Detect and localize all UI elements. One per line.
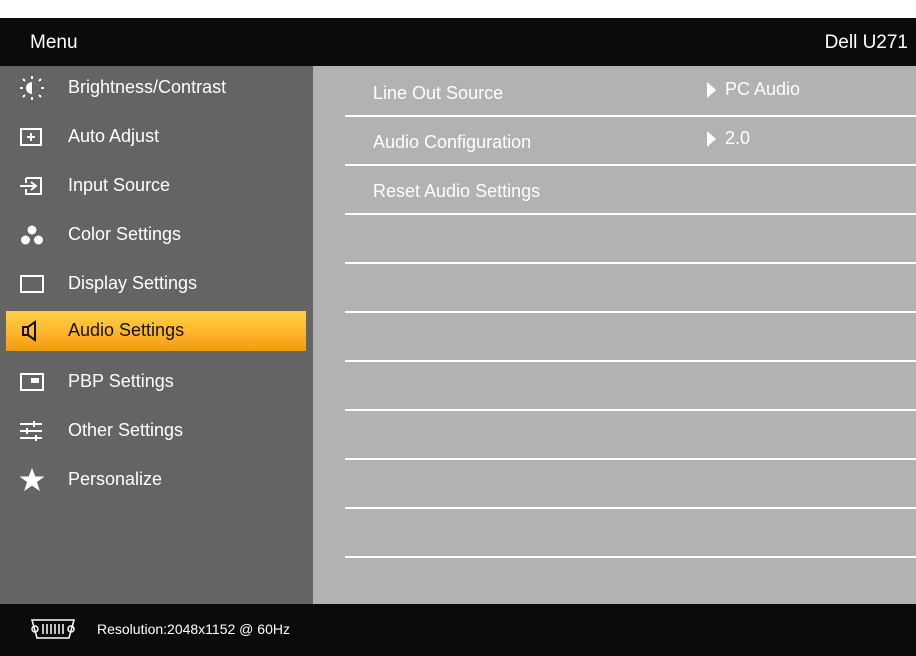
row-divider: [345, 409, 916, 411]
audio-configuration-row[interactable]: Audio Configuration 2.0: [345, 117, 916, 165]
sidebar-item-color-settings[interactable]: Color Settings: [6, 215, 306, 255]
sidebar-item-audio-settings[interactable]: Audio Settings: [6, 311, 306, 351]
sidebar-item-display-settings[interactable]: Display Settings: [6, 264, 306, 304]
sidebar-item-label: Input Source: [68, 175, 171, 195]
sidebar-item-auto-adjust[interactable]: Auto Adjust: [6, 117, 306, 157]
sidebar-item-label: Other Settings: [68, 420, 184, 440]
monitor-osd: Menu Dell U271 Brightness/Contrast Auto …: [0, 18, 916, 656]
sidebar-item-input-source[interactable]: Input Source: [6, 166, 306, 206]
row-divider: [345, 556, 916, 558]
audio-configuration-value: 2.0: [725, 128, 751, 148]
pbp-icon: [20, 373, 44, 391]
display-settings-icon: [20, 275, 44, 293]
monitor-model: Dell U271: [824, 32, 908, 53]
reset-audio-settings-label: Reset Audio Settings: [373, 181, 541, 201]
sidebar-item-brightness-contrast[interactable]: Brightness/Contrast: [6, 68, 306, 108]
sidebar-item-label: Color Settings: [68, 224, 182, 244]
sidebar-item-label: Audio Settings: [68, 320, 185, 340]
submenu-arrow-icon: [707, 82, 716, 98]
sidebar-item-pbp-settings[interactable]: PBP Settings: [6, 362, 306, 402]
line-out-source-value: PC Audio: [725, 79, 801, 99]
speaker-icon: [22, 320, 36, 342]
row-divider: [345, 360, 916, 362]
resolution-text: Resolution:2048x1152 @ 60Hz: [97, 621, 290, 637]
sidebar-item-label: Personalize: [68, 469, 163, 489]
sidebar-item-label: Brightness/Contrast: [68, 77, 227, 97]
menu-title: Menu: [30, 32, 78, 53]
sidebar-item-label: PBP Settings: [68, 371, 174, 391]
row-divider: [345, 507, 916, 509]
sidebar-item-other-settings[interactable]: Other Settings: [6, 411, 306, 451]
sidebar-item-personalize[interactable]: Personalize: [6, 460, 306, 500]
color-settings-icon: [21, 225, 43, 245]
submenu-arrow-icon: [707, 131, 716, 147]
status-bar: Resolution:2048x1152 @ 60Hz: [0, 604, 916, 656]
sidebar-item-label: Display Settings: [68, 273, 198, 293]
auto-adjust-icon: [20, 128, 42, 146]
input-source-icon: [20, 177, 42, 195]
row-divider: [345, 458, 916, 460]
brightness-icon: [20, 76, 44, 100]
row-divider: [345, 213, 916, 215]
audio-configuration-label: Audio Configuration: [373, 132, 532, 152]
vga-connector-icon: [31, 619, 75, 639]
star-icon: [19, 468, 45, 491]
sidebar-item-label: Auto Adjust: [68, 126, 160, 146]
row-divider: [345, 262, 916, 264]
sliders-icon: [20, 421, 42, 441]
reset-audio-settings-row[interactable]: Reset Audio Settings: [345, 166, 916, 214]
line-out-source-row[interactable]: Line Out Source PC Audio: [345, 68, 916, 116]
line-out-source-label: Line Out Source: [373, 83, 504, 103]
row-divider: [345, 311, 916, 313]
header-bar: Menu Dell U271: [0, 18, 916, 66]
